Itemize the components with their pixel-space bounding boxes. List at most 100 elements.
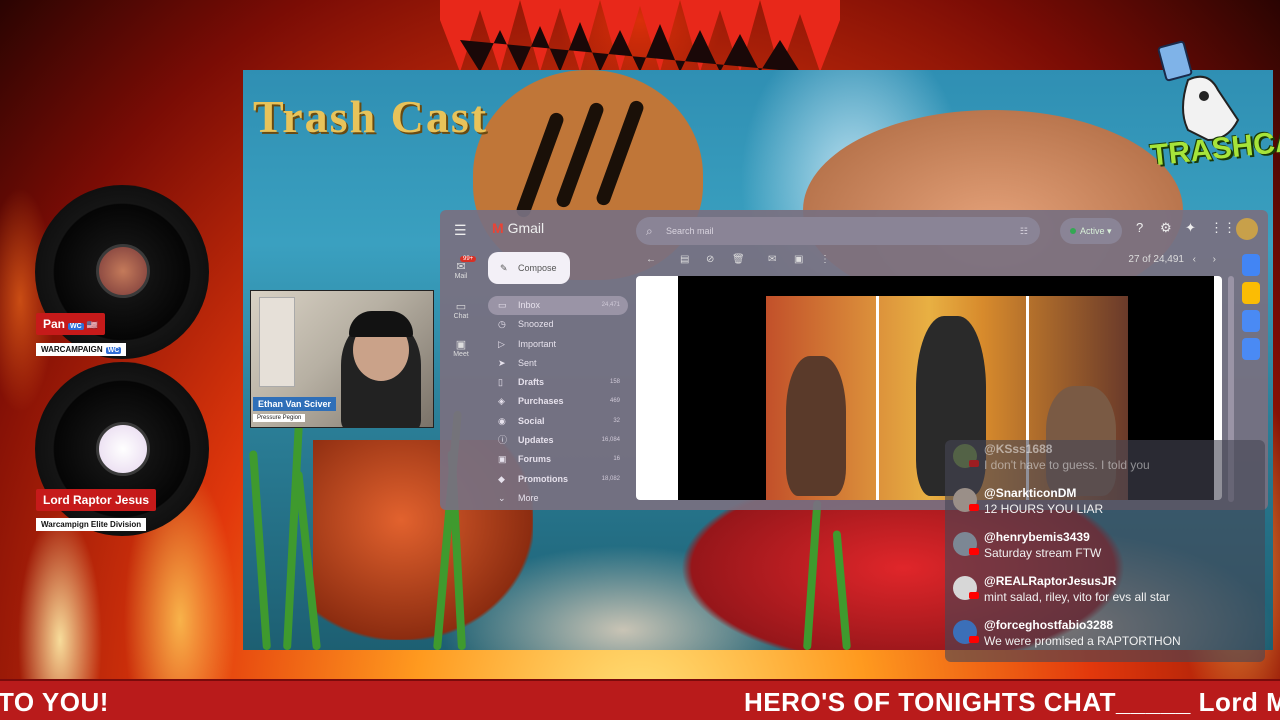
folder-count: 18,082 [601, 475, 620, 482]
host-subtitle-2: Warcampign Elite Division [36, 518, 147, 531]
folder-snoozed[interactable]: ◷ Snoozed [488, 315, 628, 334]
compose-button[interactable]: ✎ Compose [488, 252, 570, 284]
webcam-name: Ethan Van Sciver [253, 397, 337, 411]
folder-count: 32 [613, 417, 620, 424]
host-name-1: Pan WC 🇺🇸 [36, 313, 105, 335]
keep-icon[interactable] [1242, 282, 1260, 304]
apps-icon[interactable]: ⋮⋮ [1210, 220, 1236, 236]
folder-count: 158 [609, 379, 620, 386]
next-icon[interactable]: › [1213, 254, 1216, 265]
move-icon[interactable]: ▣ [794, 254, 803, 265]
chat-message: @henrybemis3439 Saturday stream FTW [953, 530, 1257, 570]
folder-count: 16 [613, 456, 620, 463]
chat-username[interactable]: @KSss1688 [984, 442, 1052, 456]
filter-icon[interactable]: ☷ [1020, 217, 1028, 245]
folder-updates[interactable]: ⓘ Updates 16,084 [488, 431, 628, 450]
status-dot [1070, 228, 1076, 234]
mark-unread-icon[interactable]: ✉ [768, 254, 776, 265]
inbox-icon: ▭ [498, 300, 507, 310]
folder-label: Sent [518, 357, 537, 368]
youtube-icon [969, 460, 979, 467]
help-icon[interactable]: ? [1136, 220, 1143, 235]
mail-badge: 99+ [460, 256, 477, 262]
more-icon[interactable]: ⋮ [820, 254, 830, 265]
folder-label: Purchases [518, 396, 564, 407]
chat-message: @SnarkticonDM 12 HOURS YOU LIAR [953, 486, 1257, 526]
prev-icon[interactable]: ‹ [1193, 254, 1196, 265]
youtube-icon [969, 504, 979, 511]
folder-forums[interactable]: ▣ Forums 16 [488, 450, 628, 469]
gmail-logo[interactable]: M Gmail [492, 220, 544, 236]
webcam-subtitle: Pressure Pegion [253, 414, 306, 422]
archive-icon[interactable]: ▤ [680, 254, 689, 265]
folder-count: 24,471 [601, 302, 620, 308]
folder-count: 16,084 [601, 437, 620, 444]
report-icon[interactable]: ⊘ [706, 254, 714, 265]
folder-label: Inbox [518, 300, 541, 310]
news-ticker: TO YOU! HERO'S OF TONIGHTS CHAT_____ Lor… [0, 679, 1280, 720]
search-placeholder: Search mail [666, 226, 714, 236]
pencil-icon: ✎ [500, 263, 508, 273]
people-icon: ◉ [498, 415, 506, 426]
chat-icon: ▭ [455, 301, 467, 313]
folder-drafts[interactable]: ▯ Drafts 158 [488, 373, 628, 392]
folder-important[interactable]: ▷ Important [488, 335, 628, 354]
youtube-icon [969, 636, 979, 643]
live-chat: @KSss1688 I don't have to guess. I told y… [945, 440, 1265, 662]
side-apps [1242, 254, 1260, 366]
rail-mail[interactable]: ✉ Mail [446, 260, 476, 280]
chat-message: @forceghostfabio3288 We were promised a R… [953, 618, 1257, 658]
chat-username[interactable]: @henrybemis3439 [984, 530, 1090, 544]
ticker-text-left: TO YOU! [0, 687, 109, 717]
gear-icon[interactable]: ⚙ [1160, 220, 1172, 236]
folder-promotions[interactable]: ◆ Promotions 18,082 [488, 470, 628, 489]
folder-sent[interactable]: ➤ Sent [488, 354, 628, 373]
tag-icon: ◆ [498, 473, 505, 484]
page-info: 27 of 24,491 [1128, 254, 1184, 265]
gmail-m-icon: M [492, 220, 504, 236]
message-toolbar: ← ▤ ⊘ 🗑 ✉ ▣ ⋮ 27 of 24,491 ‹ › [636, 250, 1224, 274]
tasks-icon[interactable] [1242, 310, 1260, 332]
host-avatar [96, 422, 150, 476]
avatar[interactable] [1236, 218, 1258, 240]
chevron-down-icon: ⌄ [498, 492, 506, 503]
folder-inbox[interactable]: ▭ Inbox 24,471 [488, 296, 628, 316]
folder-label: Snoozed [518, 319, 554, 330]
calendar-icon[interactable] [1242, 254, 1260, 276]
chat-username[interactable]: @REALRaptorJesusJR [984, 574, 1116, 588]
chat-text: Saturday stream FTW [984, 546, 1102, 560]
search-input[interactable]: ⌕ Search mail ☷ [636, 217, 1040, 245]
clock-icon: ◷ [498, 319, 506, 330]
chat-text: mint salad, riley, vito for evs all star [984, 590, 1170, 604]
status-dropdown[interactable]: Active ▾ [1060, 218, 1122, 244]
folder-list: ▭ Inbox 24,471 ◷ Snoozed ▷ Important ➤ Sent ▯ Draf… [488, 296, 628, 508]
rail-chat[interactable]: ▭ Chat [446, 300, 476, 320]
folder-count: 469 [609, 398, 620, 405]
youtube-icon [969, 592, 979, 599]
chat-text: I don't have to guess. I told you [984, 458, 1150, 472]
folder-more[interactable]: ⌄ More [488, 489, 628, 508]
cart-icon: ◈ [498, 396, 505, 407]
folder-label: Promotions [518, 473, 569, 484]
draft-icon: ▯ [498, 377, 503, 388]
folder-social[interactable]: ◉ Social 32 [488, 412, 628, 431]
back-icon[interactable]: ← [646, 254, 656, 265]
send-icon: ➤ [498, 357, 506, 368]
chat-username[interactable]: @forceghostfabio3288 [984, 618, 1113, 632]
contacts-icon[interactable] [1242, 338, 1260, 360]
forum-icon: ▣ [498, 454, 507, 465]
chat-username[interactable]: @SnarkticonDM [984, 486, 1076, 500]
rail-meet[interactable]: ▣ Meet [446, 338, 476, 358]
chat-text: We were promised a RAPTORTHON [984, 634, 1181, 648]
red-spikes-graphic [440, 0, 840, 72]
gemini-icon[interactable]: ✦ [1185, 220, 1196, 236]
folder-label: Updates [518, 435, 554, 446]
chat-message: @KSss1688 I don't have to guess. I told y… [953, 442, 1257, 482]
folder-label: Drafts [518, 377, 545, 388]
folder-purchases[interactable]: ◈ Purchases 469 [488, 392, 628, 411]
delete-icon[interactable]: 🗑 [732, 254, 745, 265]
folder-label: Important [518, 338, 557, 349]
folder-label: Forums [518, 454, 552, 465]
folder-label: Social [518, 415, 545, 426]
folder-label: More [518, 492, 539, 503]
